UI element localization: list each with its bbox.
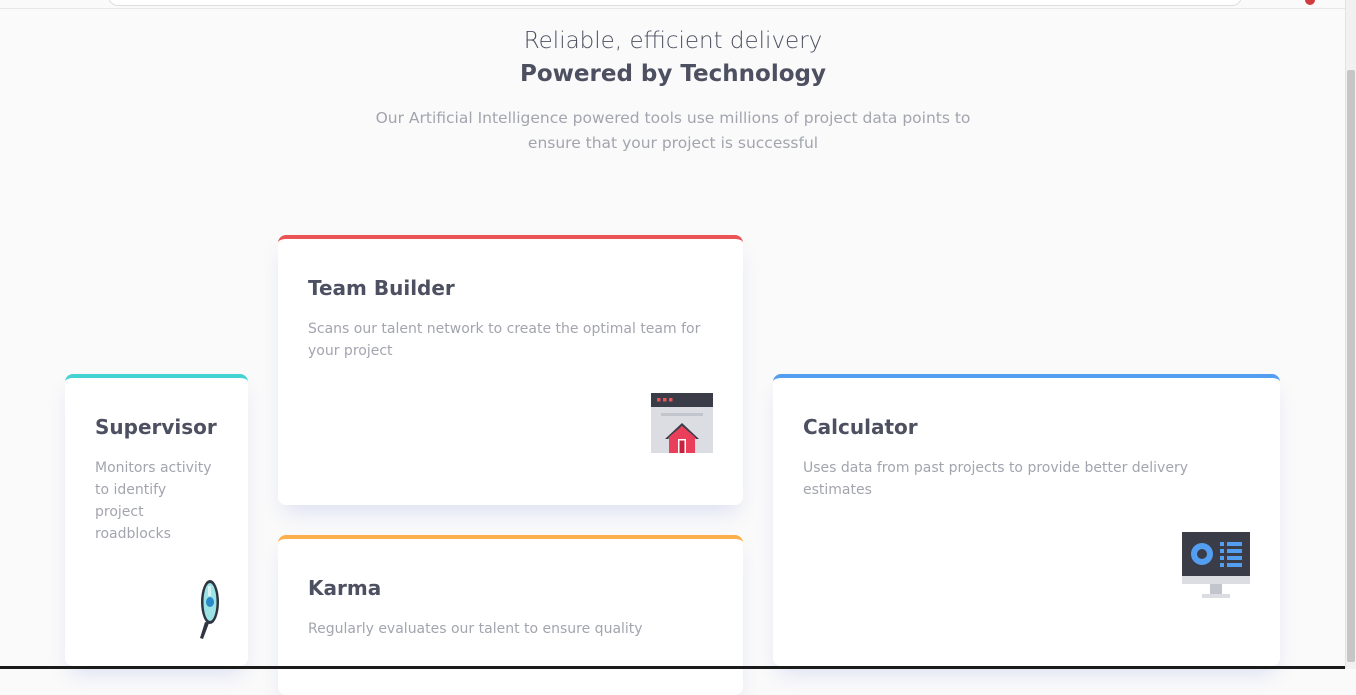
card-description: Monitors activity to identify project ro… bbox=[95, 460, 212, 542]
profile-indicator[interactable] bbox=[1305, 0, 1315, 5]
magnifier-icon bbox=[197, 578, 221, 644]
browser-toolbar bbox=[0, 0, 1346, 9]
card-supervisor: Supervisor Monitors activity to identify… bbox=[65, 374, 248, 666]
monitor-icon bbox=[1182, 532, 1250, 604]
card-team-builder: Team Builder Scans our talent network to… bbox=[278, 235, 743, 505]
scrollbar-thumb[interactable] bbox=[1347, 70, 1355, 662]
card-title: Karma bbox=[308, 576, 382, 600]
card-calculator: Calculator Uses data from past projects … bbox=[773, 374, 1280, 666]
card-title: Team Builder bbox=[308, 276, 455, 300]
card-description: Uses data from past projects to provide … bbox=[803, 460, 1188, 498]
browser-house-icon bbox=[651, 393, 713, 459]
card-description: Scans our talent network to create the o… bbox=[308, 321, 701, 359]
card-description: Regularly evaluates our talent to ensure… bbox=[308, 621, 643, 637]
address-bar[interactable] bbox=[108, 0, 1242, 6]
card-title: Supervisor bbox=[95, 415, 217, 439]
card-title: Calculator bbox=[803, 415, 918, 439]
hero-description: Our Artificial Intelligence powered tool… bbox=[375, 109, 971, 152]
hero-subtitle: Reliable, efficient delivery bbox=[523, 28, 823, 54]
page-scrollbar[interactable] bbox=[1345, 0, 1356, 669]
hero-section: Reliable, efficient delivery Powered by … bbox=[0, 24, 1346, 156]
card-karma: Karma Regularly evaluates our talent to … bbox=[278, 535, 743, 695]
hero-title: Powered by Technology bbox=[520, 61, 826, 87]
